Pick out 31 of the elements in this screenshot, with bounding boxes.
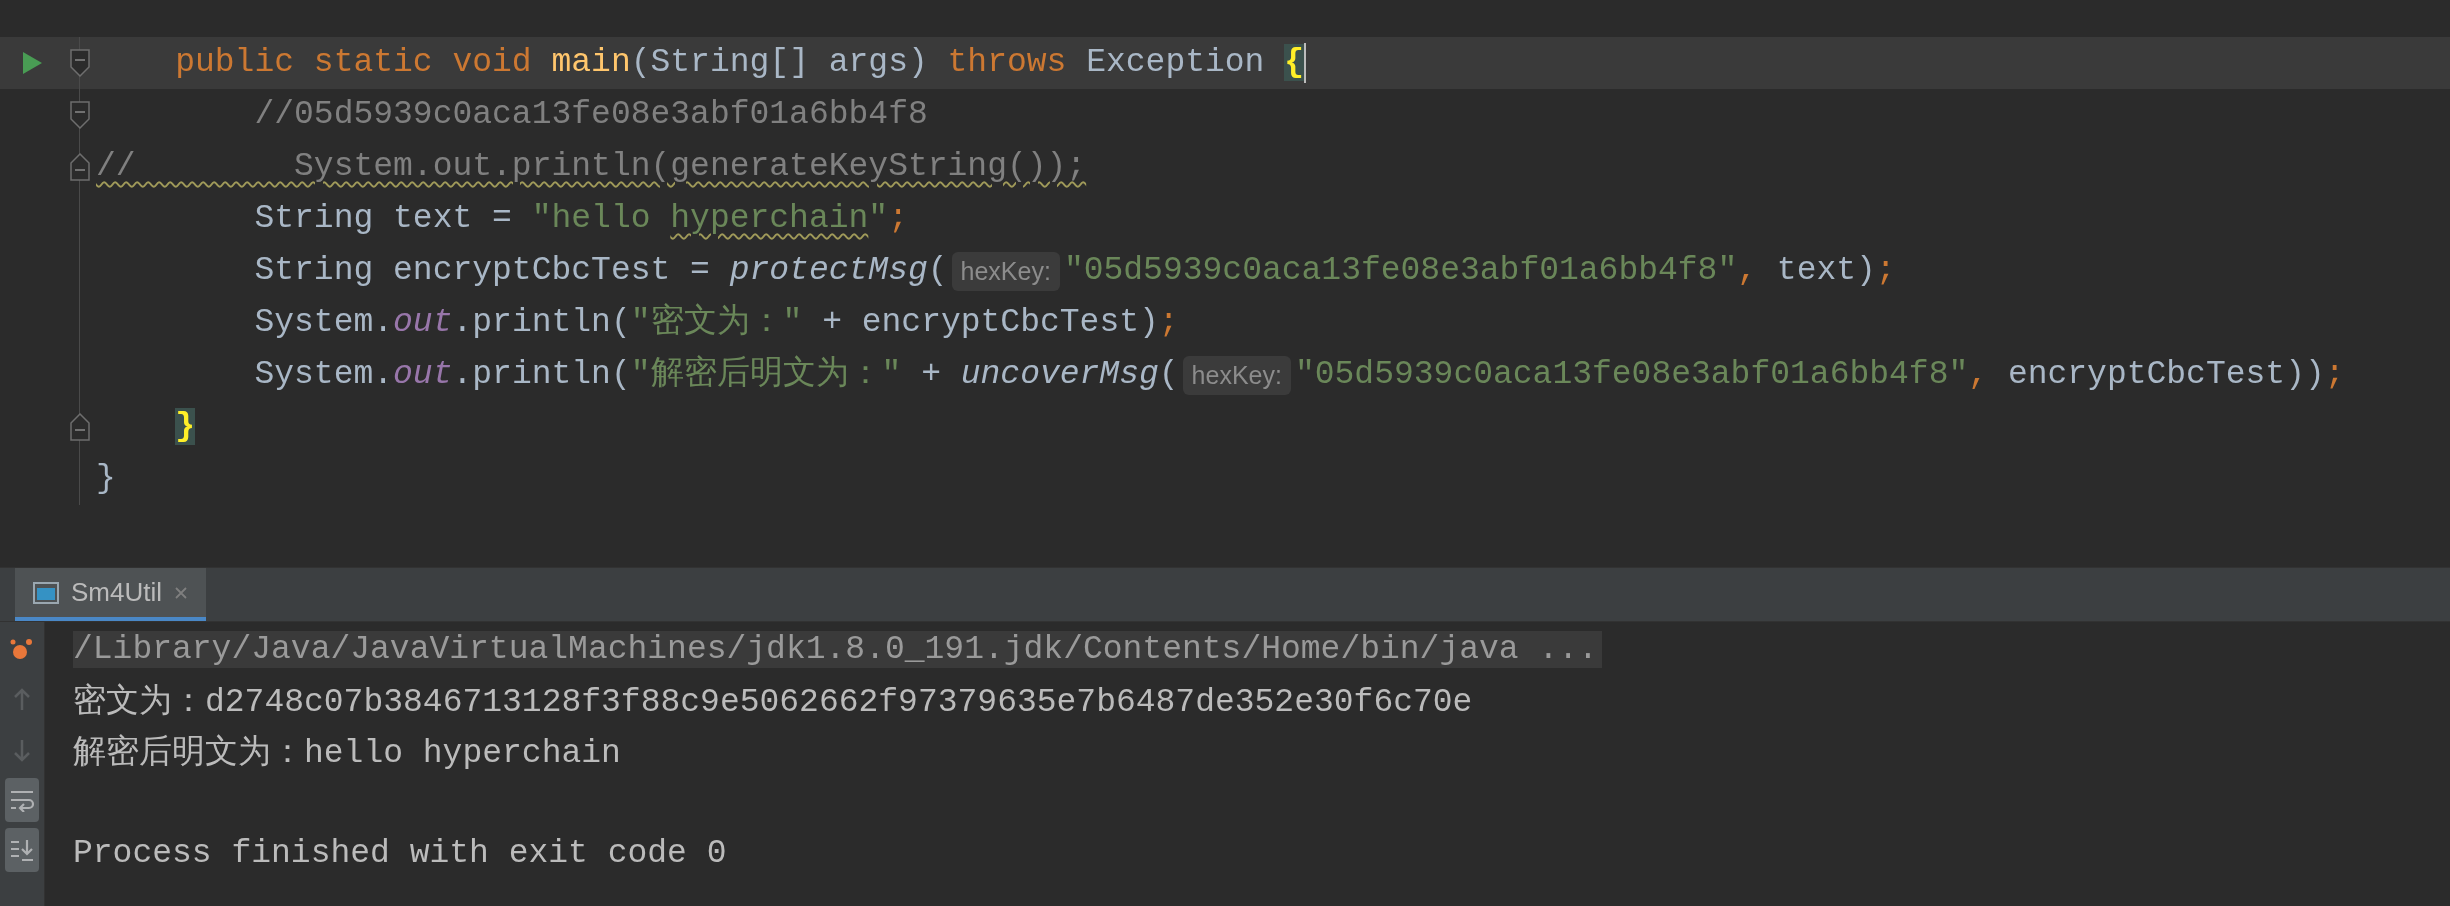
parameter-hint: hexKey: bbox=[1182, 355, 1291, 395]
code-text: System.out.println("密文为：" + encryptCbcTest); bbox=[253, 302, 1179, 343]
down-arrow-icon bbox=[12, 738, 32, 762]
close-icon[interactable] bbox=[174, 585, 188, 600]
fold-icon[interactable] bbox=[70, 153, 90, 181]
console-icon bbox=[33, 581, 59, 604]
code-text: //05d5939c0aca13fe08e3abf01a6bb4f8 bbox=[253, 95, 928, 135]
run-icon[interactable] bbox=[21, 51, 43, 75]
code-text: "05d5939c0aca13fe08e3abf01a6bb4f8", encryptCbcTest)); bbox=[1294, 355, 2345, 395]
code-text: System.out.println("解密后明文为：" + uncoverMsg( bbox=[253, 354, 1179, 395]
tab-label: Sm4Util bbox=[71, 577, 162, 608]
code-text: String encryptCbcTest = protectMsg( bbox=[253, 251, 948, 291]
parameter-hint: hexKey: bbox=[951, 251, 1060, 291]
code-text: } bbox=[174, 407, 196, 447]
console-output: 解密后明文为：hello hyperchain bbox=[73, 733, 621, 774]
toolbar-button[interactable] bbox=[5, 828, 39, 872]
fold-icon[interactable] bbox=[70, 49, 90, 77]
soft-wrap-icon bbox=[9, 788, 35, 812]
up-arrow-icon bbox=[12, 688, 32, 712]
code-text: public static void main(String[] args) throws Exception { bbox=[174, 43, 1305, 83]
fold-icon[interactable] bbox=[70, 413, 90, 441]
toolbar-button[interactable] bbox=[5, 778, 39, 822]
run-tab[interactable]: Sm4Util bbox=[15, 568, 206, 621]
code-text: } bbox=[96, 459, 116, 499]
scroll-to-end-icon bbox=[9, 838, 35, 862]
console-output: 密文为：d2748c07b3846713128f3f88c9e5062662f97379635e7b6487de352e30f6c70e bbox=[73, 682, 1473, 723]
code-text: // System.out.println(generateKeyString()); bbox=[96, 147, 1087, 187]
fold-icon[interactable] bbox=[70, 101, 90, 129]
code-text: "05d5939c0aca13fe08e3abf01a6bb4f8", text); bbox=[1063, 251, 1896, 291]
console-output: Process finished with exit code 0 bbox=[73, 835, 727, 872]
code-text: String text = "hello hyperchain"; bbox=[253, 199, 908, 239]
